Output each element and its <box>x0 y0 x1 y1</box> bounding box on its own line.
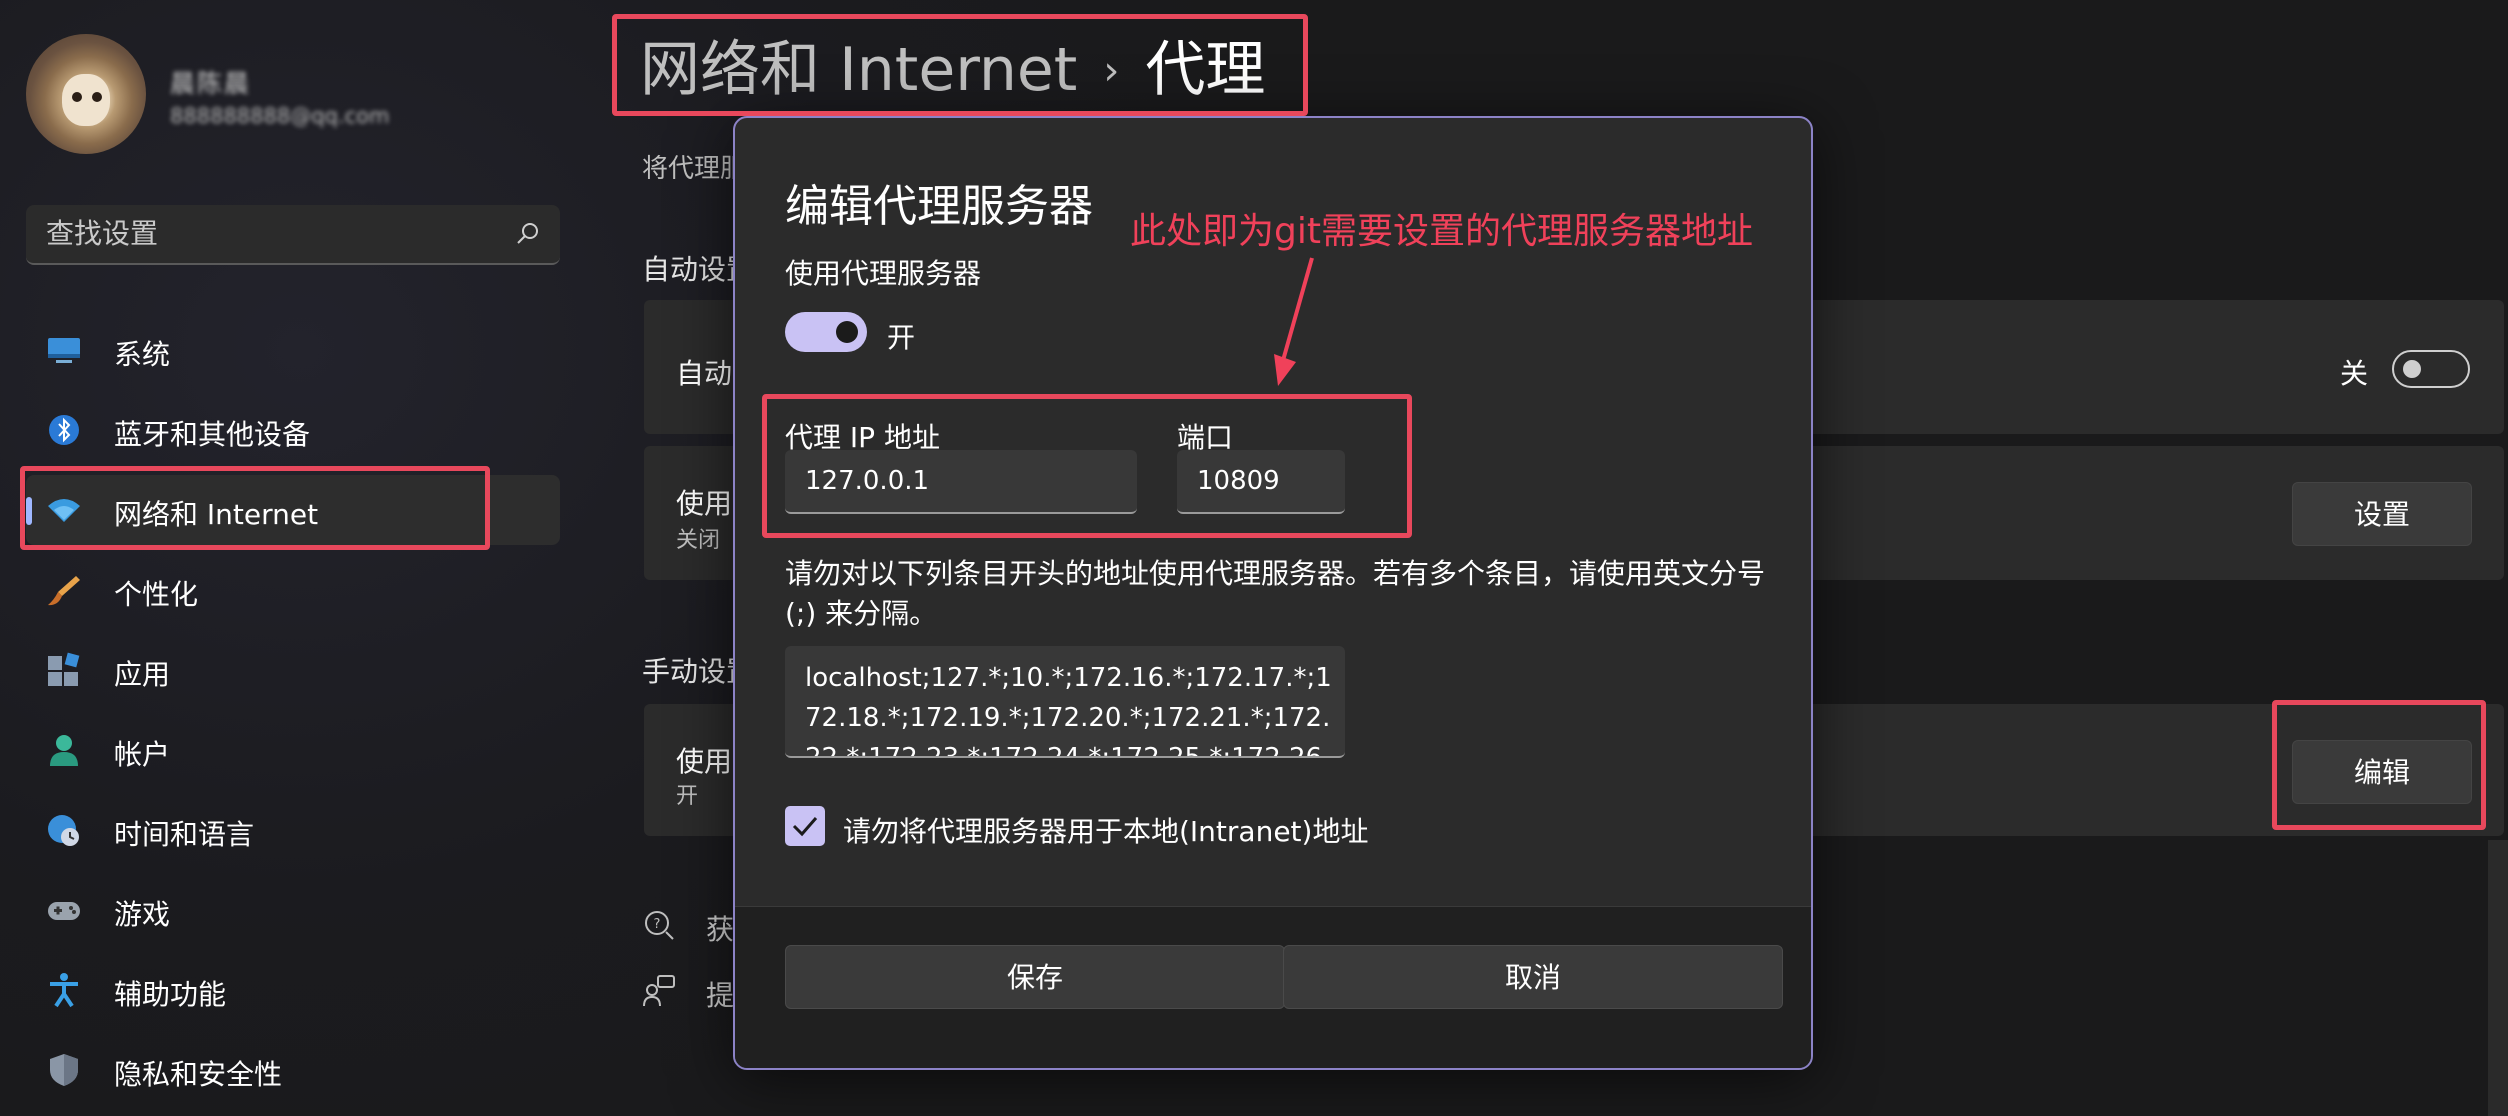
svg-text:?: ? <box>654 917 661 932</box>
sidebar-item-label: 蓝牙和其他设备 <box>114 418 311 451</box>
sidebar-item-label: 时间和语言 <box>114 818 255 851</box>
brush-icon <box>48 576 80 606</box>
globe-clock-icon <box>48 815 79 846</box>
page-description: 将代理服 <box>642 154 747 184</box>
feedback-icon <box>643 975 675 1007</box>
accessibility-icon <box>50 973 78 1008</box>
save-button[interactable]: 保存 <box>785 945 1285 1009</box>
use-proxy-toggle-label: 开 <box>887 321 916 354</box>
sidebar-item-label: 应用 <box>114 658 171 691</box>
gamepad-icon <box>48 902 80 920</box>
manual-proxy-title: 使用 <box>676 745 733 778</box>
sidebar-item-label: 个性化 <box>114 578 199 611</box>
background-window-edge <box>2488 840 2508 1116</box>
manual-proxy-status: 开 <box>676 784 699 809</box>
avatar[interactable] <box>26 34 146 154</box>
setup-script-status: 关闭 <box>676 528 721 553</box>
exclusion-list-field[interactable]: localhost;127.*;10.*;172.16.*;172.17.*;1… <box>785 646 1345 758</box>
auto-detect-toggle[interactable] <box>2392 350 2470 388</box>
user-name: 晨陈晨 <box>170 69 252 98</box>
sidebar-item-label: 帐户 <box>114 738 171 771</box>
setup-script-title: 使用 <box>676 487 733 520</box>
auto-detect-title: 自动 <box>676 357 733 390</box>
dialog-title: 编辑代理服务器 <box>785 181 1093 232</box>
user-email: 888888888@qq.com <box>170 104 390 128</box>
local-bypass-label: 请勿将代理服务器用于本地(Intranet)地址 <box>843 815 1369 848</box>
highlight-edit-button <box>2272 700 2486 830</box>
auto-detect-toggle-label: 关 <box>2340 357 2369 390</box>
highlight-network-nav <box>20 466 490 550</box>
bluetooth-icon <box>49 415 79 445</box>
dialog-footer: 保存 取消 <box>735 906 1811 1068</box>
exclusion-list-text: localhost;127.*;10.*;172.16.*;172.17.*;1… <box>805 663 1332 758</box>
feedback-link[interactable]: 提 <box>706 974 734 1014</box>
account-icon <box>50 735 78 766</box>
use-proxy-toggle[interactable] <box>785 312 867 352</box>
search-input[interactable] <box>46 215 506 251</box>
sidebar-item-label: 隐私和安全性 <box>114 1058 283 1091</box>
sidebar-item-accounts[interactable]: 帐户 <box>26 715 560 785</box>
sidebar-item-bluetooth[interactable]: 蓝牙和其他设备 <box>26 395 560 465</box>
exclusion-help-text: 请勿对以下列条目开头的地址使用代理服务器。若有多个条目，请使用英文分号 (;) … <box>785 557 1766 630</box>
settings-window: 晨陈晨 888888888@qq.com 系统 蓝牙和其他设备 网络和 Inte… <box>0 0 2508 1116</box>
sidebar-item-gaming[interactable]: 游戏 <box>26 875 560 945</box>
use-proxy-label: 使用代理服务器 <box>785 257 982 290</box>
search-box <box>26 205 560 265</box>
highlight-proxy-address <box>762 394 1412 538</box>
help-link[interactable]: 获 <box>706 908 734 948</box>
sidebar-item-apps[interactable]: 应用 <box>26 635 560 705</box>
search-icon[interactable] <box>516 221 540 245</box>
annotation-text: 此处即为git需要设置的代理服务器地址 <box>1130 211 1753 252</box>
sidebar-item-accessibility[interactable]: 辅助功能 <box>26 955 560 1025</box>
apps-icon <box>48 652 80 686</box>
sidebar-item-label: 辅助功能 <box>114 978 227 1011</box>
sidebar-item-label: 系统 <box>114 338 171 371</box>
help-icon: ? <box>645 911 674 940</box>
sidebar-item-time-language[interactable]: 时间和语言 <box>26 795 560 865</box>
annotation-arrow-icon <box>1274 257 1314 386</box>
shield-icon <box>50 1054 78 1086</box>
setup-button[interactable]: 设置 <box>2292 482 2472 546</box>
sidebar-item-label: 游戏 <box>114 898 171 931</box>
cancel-button[interactable]: 取消 <box>1283 945 1783 1009</box>
checkmark-icon <box>792 817 818 837</box>
system-icon <box>48 338 80 363</box>
sidebar-item-personalization[interactable]: 个性化 <box>26 555 560 625</box>
highlight-breadcrumb <box>612 14 1308 116</box>
local-bypass-checkbox[interactable] <box>785 806 825 846</box>
sidebar-item-system[interactable]: 系统 <box>26 315 560 385</box>
sidebar-item-privacy[interactable]: 隐私和安全性 <box>26 1035 560 1105</box>
